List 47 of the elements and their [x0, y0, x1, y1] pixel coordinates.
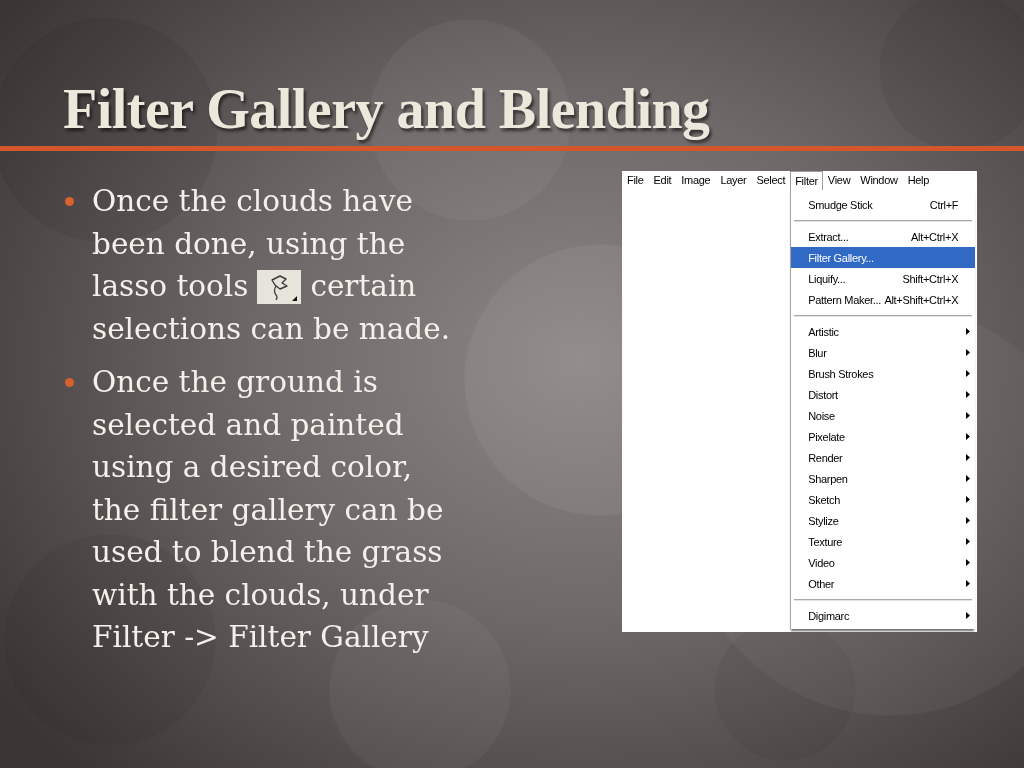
- menu-item[interactable]: Liquify... Shift+Ctrl+X: [791, 268, 976, 289]
- bullet-icon: [65, 197, 74, 206]
- menu-item[interactable]: Noise: [791, 405, 976, 426]
- bullet-text: Once the ground is selected and painted using a desired color, the filter gallery can be used to blend the grass with the clouds, under Filter -> Filter Gallery: [92, 364, 445, 656]
- submenu-arrow-icon: [966, 538, 971, 545]
- menu-item[interactable]: Smudge Stick Ctrl+F: [791, 194, 976, 215]
- menu-item[interactable]: Pattern Maker... Alt+Shift+Ctrl+X: [791, 289, 976, 310]
- menu-item[interactable]: Sketch: [791, 489, 976, 510]
- submenu-arrow-icon: [966, 580, 971, 587]
- submenu-arrow-icon: [966, 328, 971, 335]
- submenu-arrow-icon: [966, 496, 971, 503]
- menu-bar-item[interactable]: Image: [676, 171, 716, 190]
- menu-item[interactable]: Render: [791, 447, 976, 468]
- menu-item[interactable]: Digimarc: [791, 605, 976, 626]
- menu-item[interactable]: Stylize: [791, 510, 976, 531]
- menu-bar-item[interactable]: Window: [855, 171, 903, 190]
- submenu-arrow-icon: [966, 612, 971, 619]
- submenu-arrow-icon: [966, 454, 971, 461]
- menu-item[interactable]: Texture: [791, 531, 976, 552]
- menu-item[interactable]: Other: [791, 573, 976, 594]
- submenu-arrow-icon: [966, 433, 971, 440]
- submenu-arrow-icon: [966, 475, 971, 482]
- menu-item[interactable]: Filter Gallery...: [791, 247, 976, 268]
- menu-item[interactable]: Artistic: [791, 321, 976, 342]
- menu-item[interactable]: Blur: [791, 342, 976, 363]
- submenu-arrow-icon: [966, 370, 971, 377]
- lasso-tool-icon: [257, 270, 302, 304]
- slide-title: Filter Gallery and Blending: [63, 79, 710, 139]
- menu-bar-item[interactable]: View: [822, 171, 856, 190]
- menu-item[interactable]: Pixelate: [791, 426, 976, 447]
- submenu-arrow-icon: [966, 391, 971, 398]
- menu-item[interactable]: Brush Strokes: [791, 363, 976, 384]
- menu-item[interactable]: Sharpen: [791, 468, 976, 489]
- menu-bar-item[interactable]: Layer: [715, 171, 752, 190]
- submenu-arrow-icon: [966, 559, 971, 566]
- submenu-arrow-icon: [966, 517, 971, 524]
- bullet-text: Once the clouds have been done, using the lasso tools certain selections can be made.: [92, 183, 452, 348]
- menu-bar-item[interactable]: Help: [902, 171, 935, 190]
- menu-bar-item[interactable]: Edit: [648, 171, 677, 190]
- submenu-arrow-icon: [966, 349, 971, 356]
- submenu-arrow-icon: [966, 412, 971, 419]
- menu-item[interactable]: Extract... Alt+Ctrl+X: [791, 226, 976, 247]
- menu-bar-item[interactable]: Select: [751, 171, 791, 190]
- menu-bar-item[interactable]: File: [622, 171, 649, 190]
- menu-item[interactable]: Video: [791, 552, 976, 573]
- bullet-icon: [65, 378, 74, 387]
- menu-item[interactable]: Distort: [791, 384, 976, 405]
